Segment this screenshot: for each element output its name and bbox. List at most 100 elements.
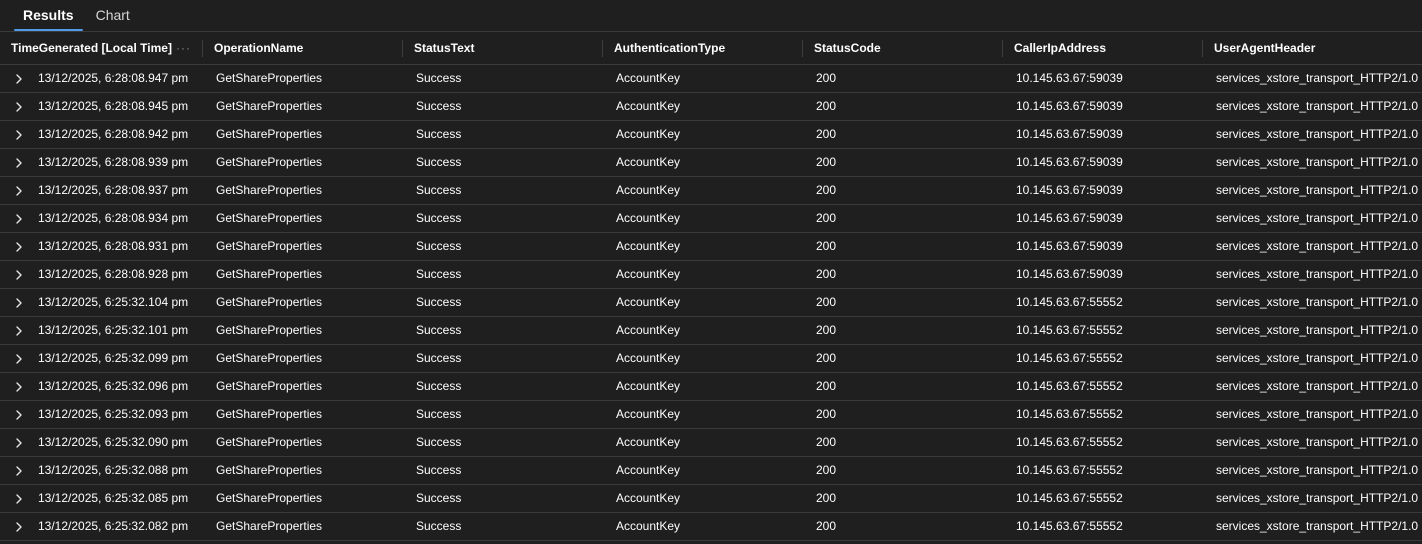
results-grid: TimeGenerated [Local Time] ··· Operation…: [0, 32, 1422, 541]
cell-timegenerated: 13/12/2025, 6:28:08.928 pm: [0, 261, 203, 288]
cell-statuscode: 200: [816, 267, 837, 281]
chevron-right-icon[interactable]: [0, 345, 38, 372]
grid-body: 13/12/2025, 6:28:08.947 pm GetSharePrope…: [0, 65, 1422, 541]
column-header-statuscode[interactable]: StatusCode: [803, 32, 1003, 65]
cell-useragentheader: services_xstore_transport_HTTP2/1.0: [1216, 295, 1419, 309]
cell-value: 13/12/2025, 6:28:08.937 pm: [38, 183, 189, 197]
chevron-right-icon-glyph: [16, 521, 22, 532]
chevron-right-icon[interactable]: [0, 485, 38, 512]
cell-useragentheader: services_xstore_transport_HTTP2/1.0: [1216, 239, 1419, 253]
chevron-right-icon[interactable]: [0, 177, 38, 204]
column-header-calleripaddress[interactable]: CallerIpAddress: [1003, 32, 1203, 65]
cell-timegenerated: 13/12/2025, 6:28:08.945 pm: [0, 93, 203, 120]
cell-operationname: GetShareProperties: [216, 407, 323, 421]
cell-timegenerated: 13/12/2025, 6:28:08.937 pm: [0, 177, 203, 204]
table-row[interactable]: 13/12/2025, 6:28:08.931 pm GetSharePrope…: [0, 233, 1422, 261]
cell-useragentheader: services_xstore_transport_HTTP2/1.0: [1216, 463, 1419, 477]
chevron-right-icon-glyph: [16, 381, 22, 392]
cell-statustext: Success: [416, 71, 462, 85]
table-row[interactable]: 13/12/2025, 6:25:32.088 pm GetSharePrope…: [0, 457, 1422, 485]
table-row[interactable]: 13/12/2025, 6:25:32.104 pm GetSharePrope…: [0, 289, 1422, 317]
chevron-right-icon[interactable]: [0, 513, 38, 540]
column-header-statustext[interactable]: StatusText: [403, 32, 603, 65]
chevron-right-icon-glyph: [16, 437, 22, 448]
cell-timegenerated: 13/12/2025, 6:28:08.942 pm: [0, 121, 203, 148]
table-row[interactable]: 13/12/2025, 6:28:08.945 pm GetSharePrope…: [0, 93, 1422, 121]
cell-statustext: Success: [416, 267, 462, 281]
results-tabbar: Results Chart: [0, 0, 1422, 32]
cell-authenticationtype: AccountKey: [616, 295, 681, 309]
tab-results[interactable]: Results: [14, 0, 83, 31]
chevron-right-icon[interactable]: [0, 65, 38, 92]
cell-statustext: Success: [416, 323, 462, 337]
ellipsis-icon[interactable]: ···: [176, 32, 191, 65]
table-row[interactable]: 13/12/2025, 6:25:32.093 pm GetSharePrope…: [0, 401, 1422, 429]
cell-timegenerated: 13/12/2025, 6:25:32.085 pm: [0, 485, 203, 512]
cell-timegenerated: 13/12/2025, 6:28:08.931 pm: [0, 233, 203, 260]
column-header-label: AuthenticationType: [614, 41, 726, 55]
cell-statuscode: 200: [816, 295, 837, 309]
chevron-right-icon[interactable]: [0, 317, 38, 344]
table-row[interactable]: 13/12/2025, 6:25:32.085 pm GetSharePrope…: [0, 485, 1422, 513]
cell-calleripaddress: 10.145.63.67:59039: [1016, 183, 1123, 197]
cell-operationname: GetShareProperties: [216, 491, 323, 505]
cell-statustext: Success: [416, 295, 462, 309]
table-row[interactable]: 13/12/2025, 6:25:32.101 pm GetSharePrope…: [0, 317, 1422, 345]
table-row[interactable]: 13/12/2025, 6:25:32.099 pm GetSharePrope…: [0, 345, 1422, 373]
chevron-right-icon[interactable]: [0, 289, 38, 316]
column-header-label: OperationName: [214, 41, 304, 55]
chevron-right-icon[interactable]: [0, 457, 38, 484]
cell-value: 13/12/2025, 6:28:08.945 pm: [38, 99, 189, 113]
column-header-operationname[interactable]: OperationName: [203, 32, 403, 65]
cell-statuscode: 200: [816, 491, 837, 505]
cell-useragentheader: services_xstore_transport_HTTP2/1.0: [1216, 407, 1419, 421]
column-header-label: StatusText: [414, 41, 475, 55]
cell-authenticationtype: AccountKey: [616, 183, 681, 197]
column-header-useragentheader[interactable]: UserAgentHeader: [1203, 32, 1422, 65]
cell-useragentheader: services_xstore_transport_HTTP2/1.0: [1216, 379, 1419, 393]
chevron-right-icon[interactable]: [0, 93, 38, 120]
cell-authenticationtype: AccountKey: [616, 211, 681, 225]
chevron-right-icon[interactable]: [0, 121, 38, 148]
cell-timegenerated: 13/12/2025, 6:25:32.104 pm: [0, 289, 203, 316]
tab-chart[interactable]: Chart: [87, 0, 139, 31]
cell-value: 13/12/2025, 6:25:32.082 pm: [38, 519, 189, 533]
cell-calleripaddress: 10.145.63.67:59039: [1016, 71, 1123, 85]
cell-calleripaddress: 10.145.63.67:55552: [1016, 295, 1123, 309]
chevron-right-icon[interactable]: [0, 373, 38, 400]
cell-statustext: Success: [416, 155, 462, 169]
cell-timegenerated: 13/12/2025, 6:25:32.088 pm: [0, 457, 203, 484]
table-row[interactable]: 13/12/2025, 6:28:08.947 pm GetSharePrope…: [0, 65, 1422, 93]
table-row[interactable]: 13/12/2025, 6:28:08.934 pm GetSharePrope…: [0, 205, 1422, 233]
table-row[interactable]: 13/12/2025, 6:25:32.082 pm GetSharePrope…: [0, 513, 1422, 541]
chevron-right-icon[interactable]: [0, 401, 38, 428]
column-header-timegenerated[interactable]: TimeGenerated [Local Time] ···: [0, 32, 203, 65]
table-row[interactable]: 13/12/2025, 6:25:32.090 pm GetSharePrope…: [0, 429, 1422, 457]
cell-operationname: GetShareProperties: [216, 295, 323, 309]
chevron-right-icon[interactable]: [0, 261, 38, 288]
cell-statustext: Success: [416, 211, 462, 225]
cell-value: 13/12/2025, 6:28:08.939 pm: [38, 155, 189, 169]
cell-calleripaddress: 10.145.63.67:55552: [1016, 351, 1123, 365]
chevron-right-icon-glyph: [16, 297, 22, 308]
table-row[interactable]: 13/12/2025, 6:25:32.096 pm GetSharePrope…: [0, 373, 1422, 401]
cell-authenticationtype: AccountKey: [616, 407, 681, 421]
chevron-right-icon[interactable]: [0, 205, 38, 232]
cell-statuscode: 200: [816, 99, 837, 113]
cell-value: 13/12/2025, 6:25:32.101 pm: [38, 323, 189, 337]
cell-statustext: Success: [416, 127, 462, 141]
chevron-right-icon[interactable]: [0, 233, 38, 260]
table-row[interactable]: 13/12/2025, 6:28:08.928 pm GetSharePrope…: [0, 261, 1422, 289]
column-header-authenticationtype[interactable]: AuthenticationType: [603, 32, 803, 65]
chevron-right-icon-glyph: [16, 269, 22, 280]
table-row[interactable]: 13/12/2025, 6:28:08.939 pm GetSharePrope…: [0, 149, 1422, 177]
table-row[interactable]: 13/12/2025, 6:28:08.942 pm GetSharePrope…: [0, 121, 1422, 149]
cell-useragentheader: services_xstore_transport_HTTP2/1.0: [1216, 71, 1419, 85]
table-row[interactable]: 13/12/2025, 6:28:08.937 pm GetSharePrope…: [0, 177, 1422, 205]
chevron-right-icon[interactable]: [0, 149, 38, 176]
cell-timegenerated: 13/12/2025, 6:25:32.090 pm: [0, 429, 203, 456]
chevron-right-icon[interactable]: [0, 429, 38, 456]
cell-useragentheader: services_xstore_transport_HTTP2/1.0: [1216, 323, 1419, 337]
cell-calleripaddress: 10.145.63.67:59039: [1016, 99, 1123, 113]
cell-calleripaddress: 10.145.63.67:59039: [1016, 267, 1123, 281]
